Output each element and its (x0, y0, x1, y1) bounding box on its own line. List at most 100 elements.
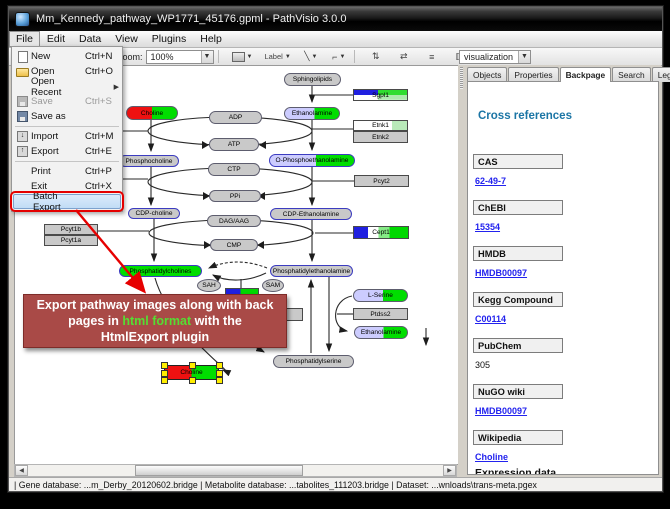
file-menu-popup: NewCtrl+NOpenCtrl+OOpen Recent▶SaveCtrl+… (11, 46, 123, 212)
align-center-x-button[interactable]: ⇅ (365, 49, 387, 65)
menu-item-shortcut: Ctrl+O (85, 66, 119, 77)
add-connector-button[interactable]: ⌐▼ (328, 49, 350, 65)
scroll-left-icon[interactable]: ◀ (15, 465, 28, 476)
file-menu-item-save-as[interactable]: Save as (12, 109, 122, 124)
pathway-node-o-phosphoethanolamine[interactable]: O-Phosphoethanolamine (269, 154, 355, 167)
scrollbar-thumb[interactable] (135, 465, 303, 476)
zoom-combobox[interactable]: 100% ▼ (146, 50, 214, 64)
file-menu-item-batch-export[interactable]: Batch Export (13, 194, 121, 209)
pathway-node-sphingolipids[interactable]: Sphingolipids (284, 73, 341, 86)
open-folder-icon (14, 66, 31, 77)
menu-file[interactable]: File (9, 31, 40, 47)
file-menu-item-save[interactable]: SaveCtrl+S (12, 94, 122, 109)
xref-source-cas: CAS (473, 154, 563, 169)
menu-data[interactable]: Data (72, 31, 108, 47)
add-line-button[interactable]: ╲▼ (300, 49, 322, 65)
pathway-node-l-serine[interactable]: L-Serine (353, 289, 408, 302)
pathway-node-adp[interactable]: ADP (209, 111, 262, 124)
pathway-node-cept1[interactable]: Cept1 (353, 226, 409, 239)
tab-search[interactable]: Search (612, 67, 651, 82)
horizontal-scrollbar[interactable]: ◀ ▶ (14, 464, 457, 477)
pathway-node-dag-aag[interactable]: DAG/AAG (207, 215, 261, 227)
toolbar-separator (354, 50, 355, 63)
import-icon: ↓ (17, 131, 28, 142)
menu-view[interactable]: View (108, 31, 145, 47)
pathway-node-phosphocholine[interactable]: Phosphocholine (119, 155, 179, 167)
pathway-node-pcyt1a[interactable]: Pcyt1a (44, 235, 98, 246)
pathway-node-ptdss2[interactable]: Ptdss2 (353, 308, 408, 320)
pathway-node-etnk1[interactable]: Etnk1 (353, 120, 408, 131)
panel-splitter[interactable] (458, 65, 465, 477)
pathway-node-ethanolamine[interactable]: Ethanolamine (354, 326, 408, 339)
pathway-node-etnk2[interactable]: Etnk2 (353, 131, 408, 143)
chevron-down-icon[interactable]: ▼ (201, 51, 213, 63)
zoom-value: 100% (151, 52, 174, 62)
align-center-y-icon: ⇄ (400, 51, 408, 62)
pathway-node-atp[interactable]: ATP (209, 138, 259, 151)
menu-item-label: Import (31, 131, 85, 142)
pathway-node-sah[interactable]: SAH (197, 279, 221, 292)
datanode-icon (232, 52, 245, 62)
pathway-node-ethanolamine[interactable]: Ethanolamine (284, 107, 340, 120)
pathway-node-pcyt1b[interactable]: Pcyt1b (44, 224, 98, 235)
xref-link-hmdb00097[interactable]: HMDB00097 (475, 406, 527, 416)
pathway-node-phosphatidylserine[interactable]: Phosphatidylserine (273, 355, 354, 368)
file-menu-item-import[interactable]: ↓ImportCtrl+M (12, 129, 122, 144)
selection-handle[interactable] (161, 370, 168, 377)
side-panel-tabs: ObjectsPropertiesBackpageSearchLegend (467, 67, 659, 82)
menu-help[interactable]: Help (193, 31, 229, 47)
menu-item-shortcut: Ctrl+X (85, 181, 119, 192)
file-menu-item-open-recent[interactable]: Open Recent▶ (12, 79, 122, 94)
xref-link-choline[interactable]: Choline (475, 452, 508, 462)
tab-legend[interactable]: Legend (652, 67, 670, 82)
side-panel: ObjectsPropertiesBackpageSearchLegend Cr… (465, 65, 661, 477)
selection-handle[interactable] (216, 362, 223, 369)
align-center-x-icon: ⇅ (372, 51, 380, 62)
splitter-grip (460, 67, 463, 89)
pathway-node-phosphatidylethanolamine[interactable]: Phosphatidylethanolamine (270, 265, 353, 277)
selection-handle[interactable] (216, 370, 223, 377)
export-icon: ↑ (14, 146, 31, 157)
chevron-down-icon[interactable]: ▼ (518, 51, 530, 63)
add-datanode-button[interactable]: ▼ (229, 49, 256, 65)
visualization-value: visualization (464, 52, 513, 62)
selection-handle[interactable] (161, 362, 168, 369)
pathway-node-pcyt2[interactable]: Pcyt2 (354, 175, 409, 187)
distribute-horizontal-button[interactable]: ≡ (421, 49, 443, 65)
export-icon: ↑ (17, 146, 28, 157)
xref-link-hmdb00097[interactable]: HMDB00097 (475, 268, 527, 278)
add-label-button[interactable]: Label▼ (261, 49, 293, 65)
xref-link-62-49-7[interactable]: 62-49-7 (475, 176, 506, 186)
selection-handle[interactable] (161, 377, 168, 384)
xref-value-cas: 62-49-7 (475, 176, 506, 186)
xref-link-15354[interactable]: 15354 (475, 222, 500, 232)
xref-source-wikipedia: Wikipedia (473, 430, 563, 445)
tab-properties[interactable]: Properties (508, 67, 558, 82)
pathway-node-ppi[interactable]: PPi (209, 190, 261, 202)
file-menu-item-export[interactable]: ↑ExportCtrl+E (12, 144, 122, 159)
title-bar[interactable]: Mm_Kennedy_pathway_WP1771_45176.gpml - P… (9, 7, 662, 31)
menu-separator (15, 161, 119, 162)
file-menu-item-print[interactable]: PrintCtrl+P (12, 164, 122, 179)
tab-objects[interactable]: Objects (467, 67, 507, 82)
pathway-node-cdp-ethanolamine[interactable]: CDP-Ethanolamine (270, 208, 352, 220)
menu-plugins[interactable]: Plugins (145, 31, 193, 47)
pathway-node-ctp[interactable]: CTP (208, 163, 260, 176)
pathway-node-cmp[interactable]: CMP (210, 239, 258, 251)
scroll-right-icon[interactable]: ▶ (443, 465, 456, 476)
pathway-node-choline[interactable]: Choline (126, 106, 178, 120)
pathway-node-phosphatidylcholines[interactable]: Phosphatidylcholines (119, 265, 202, 277)
xref-value-wikipedia: Choline (475, 452, 508, 462)
pathway-node-sgpl1[interactable]: Sgpl1 (353, 89, 408, 101)
selection-handle[interactable] (216, 377, 223, 384)
tab-backpage[interactable]: Backpage (560, 67, 612, 82)
xref-link-c00114[interactable]: C00114 (475, 314, 506, 324)
align-center-y-button[interactable]: ⇄ (393, 49, 415, 65)
selection-handle[interactable] (189, 362, 196, 369)
file-menu-item-new[interactable]: NewCtrl+N (12, 49, 122, 64)
visualization-combobox[interactable]: visualization ▼ (459, 50, 531, 64)
pathway-node-cdp-choline[interactable]: CDP-choline (128, 208, 180, 219)
pathway-node-sam[interactable]: SAM (262, 279, 284, 292)
selection-handle[interactable] (189, 377, 196, 384)
menu-edit[interactable]: Edit (40, 31, 72, 47)
